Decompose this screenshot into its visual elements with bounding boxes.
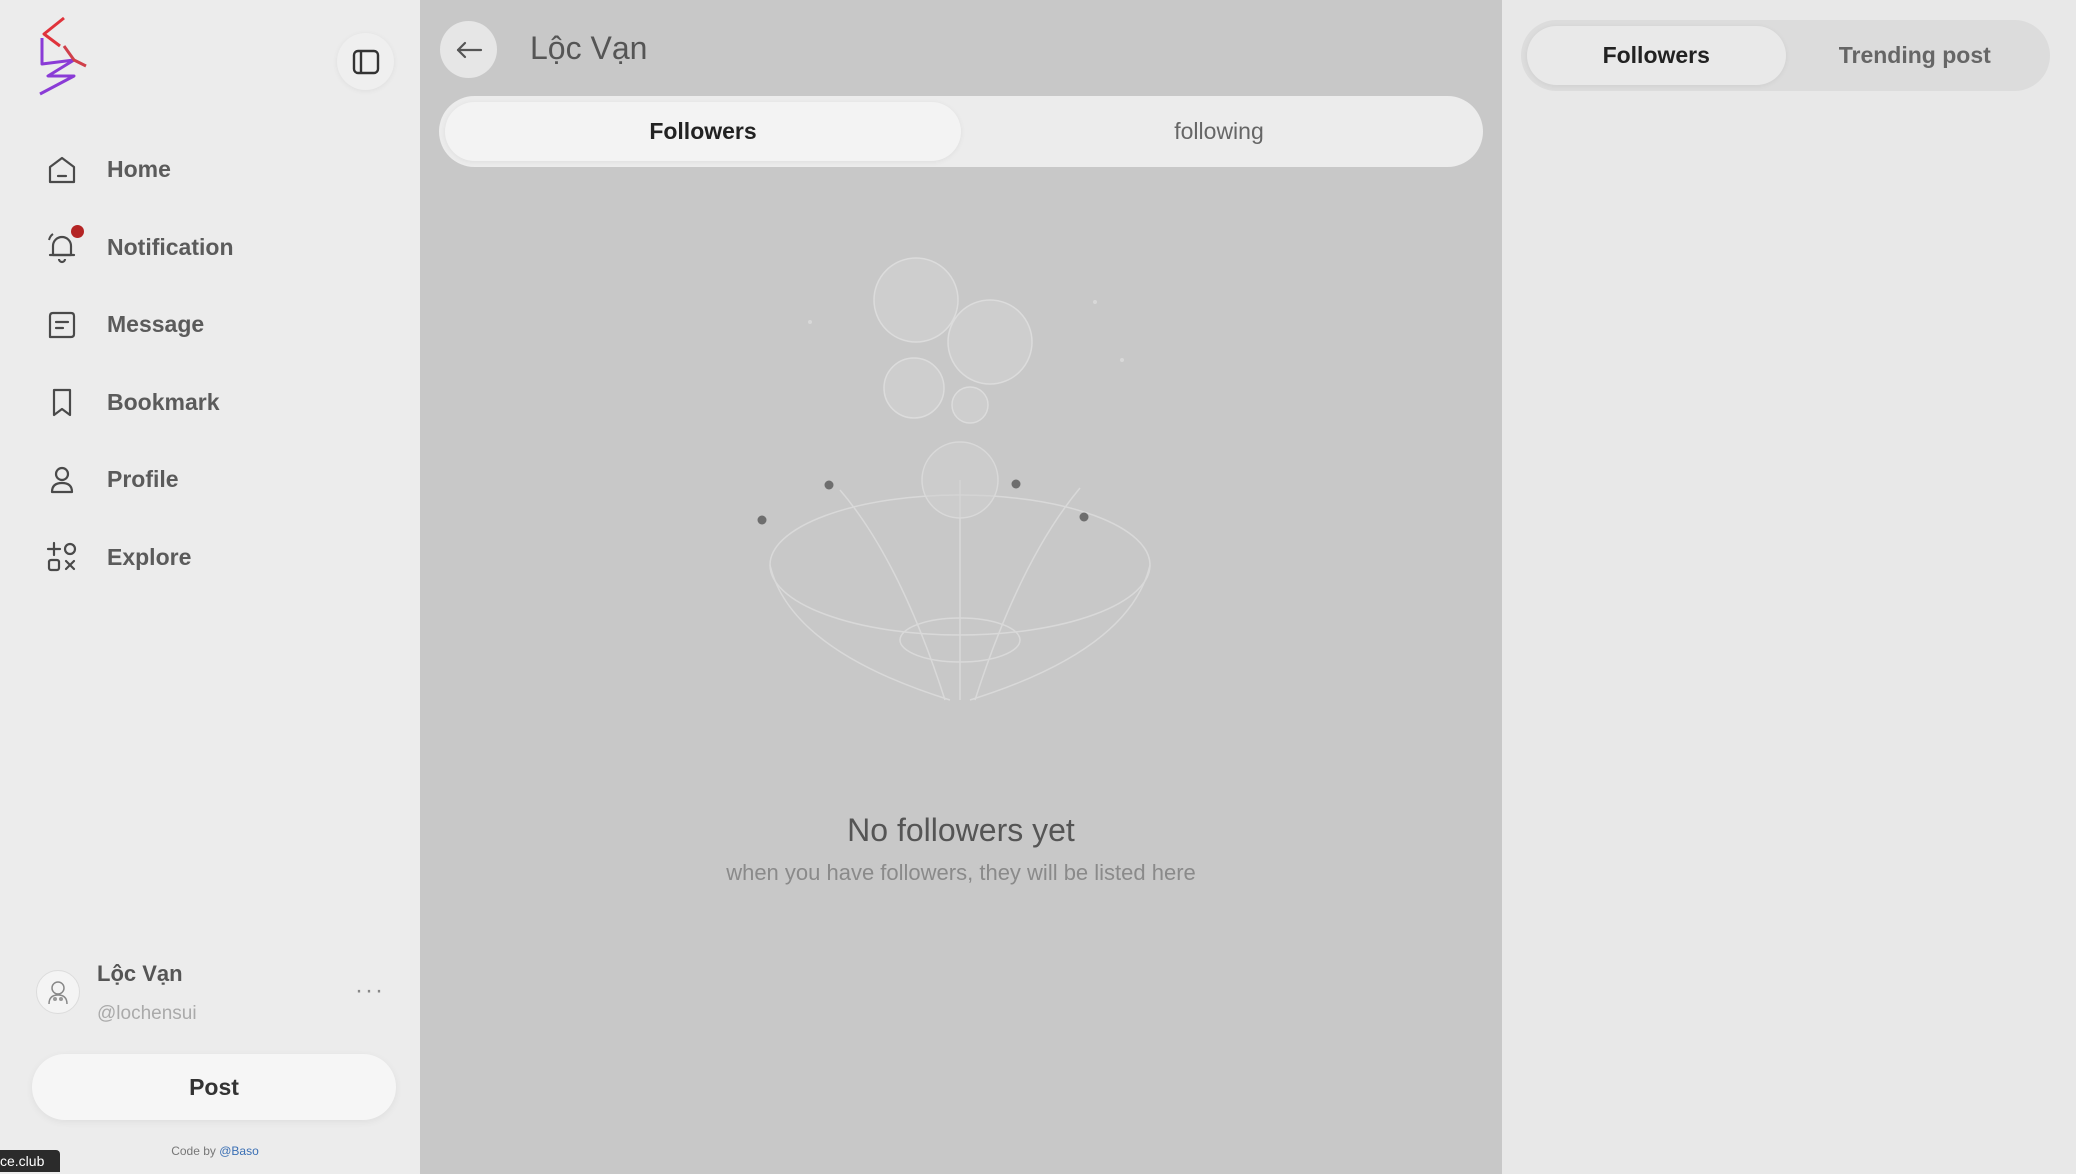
right-panel: Followers Trending post xyxy=(1502,0,2076,1174)
bookmark-icon xyxy=(44,384,80,420)
home-icon xyxy=(44,152,80,188)
back-button[interactable] xyxy=(440,21,497,78)
site-tag[interactable]: ce.club xyxy=(0,1150,60,1172)
user-icon xyxy=(44,462,80,498)
user-handle: @lochensui xyxy=(97,1003,197,1024)
user-display-name: Lộc Vạn xyxy=(97,961,183,986)
credit-prefix: Code by xyxy=(171,1144,216,1158)
sidebar-item-profile[interactable]: Profile xyxy=(0,441,420,519)
sidebar-item-label: Notification xyxy=(107,233,234,260)
sidebar: Home Notification Message Bookmark Profi… xyxy=(0,0,420,1174)
current-user-card[interactable]: Lộc Vạn @lochensui ··· xyxy=(36,955,396,1031)
sidebar-item-bookmark[interactable]: Bookmark xyxy=(0,364,420,442)
avatar-image xyxy=(48,981,68,1005)
empty-state-illustration xyxy=(757,257,1151,701)
empty-state-title: No followers yet xyxy=(847,812,1075,848)
explore-icon xyxy=(44,539,80,575)
more-options-button[interactable]: ··· xyxy=(350,977,390,1004)
bell-icon xyxy=(44,225,84,265)
avatar[interactable] xyxy=(36,970,80,1014)
sidebar-item-label: Home xyxy=(107,156,171,183)
sidebar-item-message[interactable]: Message xyxy=(0,286,420,364)
sidebar-toggle-icon xyxy=(352,49,379,74)
tab-following[interactable]: following xyxy=(961,102,1477,161)
empty-state-subtitle: when you have followers, they will be li… xyxy=(726,860,1196,885)
follow-tabs: Followers following xyxy=(439,96,1483,167)
message-icon xyxy=(44,307,80,343)
sidebar-item-label: Message xyxy=(107,311,205,338)
sidebar-item-label: Explore xyxy=(107,543,192,570)
page-title: Lộc Vạn xyxy=(530,30,648,66)
tab-trending-post[interactable]: Trending post xyxy=(1786,26,2045,85)
right-panel-tabs: Followers Trending post xyxy=(1521,20,2050,91)
sidebar-item-notification[interactable]: Notification xyxy=(0,209,420,287)
sidebar-item-explore[interactable]: Explore xyxy=(0,519,420,597)
sidebar-toggle-button[interactable] xyxy=(337,33,394,90)
credit-line: Code by @Baso xyxy=(0,1144,430,1158)
sidebar-item-label: Profile xyxy=(107,466,179,493)
tab-followers[interactable]: Followers xyxy=(445,102,961,161)
notification-badge xyxy=(71,225,84,239)
credit-author-link[interactable]: @Baso xyxy=(219,1144,259,1158)
arrow-left-icon xyxy=(456,41,482,58)
post-button[interactable]: Post xyxy=(32,1054,396,1120)
app-root: Home Notification Message Bookmark Profi… xyxy=(0,0,2076,1174)
tab-right-followers[interactable]: Followers xyxy=(1527,26,1786,85)
app-logo[interactable] xyxy=(34,16,96,98)
sidebar-item-label: Bookmark xyxy=(107,388,220,415)
sidebar-nav: Home Notification Message Bookmark Profi… xyxy=(0,131,420,596)
sidebar-item-home[interactable]: Home xyxy=(0,131,420,209)
main-content: Lộc Vạn Followers following No followers… xyxy=(420,0,1502,1174)
